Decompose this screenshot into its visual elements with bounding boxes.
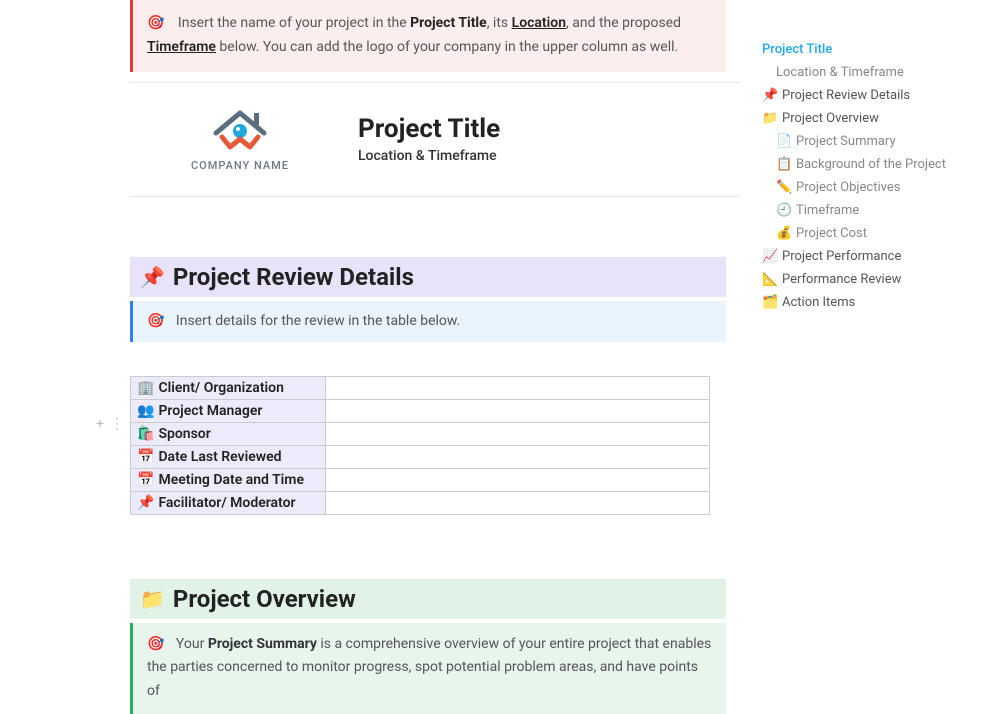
outline-item[interactable]: 📐 Performance Review xyxy=(760,268,980,291)
table-value-cell[interactable] xyxy=(326,376,710,399)
section-heading-overview[interactable]: 📁 Project Overview xyxy=(130,579,726,619)
review-hint-text: Insert details for the review in the tab… xyxy=(176,313,460,329)
review-details-table[interactable]: 🏢Client/ Organization👥Project Manager🛍️S… xyxy=(130,376,710,515)
outline-item[interactable]: Project Title xyxy=(760,38,980,61)
outline-item[interactable]: Location & Timeframe xyxy=(760,61,980,84)
outline-item-icon: 💰 xyxy=(776,226,792,241)
outline-item-icon: 📋 xyxy=(776,157,792,172)
outline-item-icon: 📈 xyxy=(762,249,778,264)
company-logo-icon xyxy=(208,107,272,155)
outline-item-label: Performance Review xyxy=(782,272,901,287)
outline-item-label: Action Items xyxy=(782,295,855,310)
section-heading-review-label: Project Review Details xyxy=(173,263,414,291)
outline-item-icon: 📁 xyxy=(762,111,778,126)
outline-item-label: Project Summary xyxy=(796,134,896,149)
outline-item-icon: 📐 xyxy=(762,272,778,287)
overview-hint-box: 🎯 Your Project Summary is a comprehensiv… xyxy=(130,623,726,714)
outline-item[interactable]: 📈 Project Performance xyxy=(760,245,980,268)
outline-item[interactable]: 🗂️ Action Items xyxy=(760,291,980,314)
outline-item[interactable]: 📄 Project Summary xyxy=(760,130,980,153)
row-icon: 📌 xyxy=(137,495,154,511)
table-value-cell[interactable] xyxy=(326,468,710,491)
outline-item-icon: 🗂️ xyxy=(762,295,778,310)
row-icon: 📅 xyxy=(137,449,154,465)
table-row[interactable]: 📅Meeting Date and Time xyxy=(131,468,710,491)
outline-item[interactable]: ✏️ Project Objectives xyxy=(760,176,980,199)
row-label: Meeting Date and Time xyxy=(158,472,304,488)
row-icon: 📅 xyxy=(137,472,154,488)
section-heading-review[interactable]: 📌 Project Review Details xyxy=(130,257,726,297)
outline-item-icon: 📌 xyxy=(762,88,778,103)
header-row: COMPANY NAME Project Title Location & Ti… xyxy=(170,107,726,172)
row-icon: 🛍️ xyxy=(137,426,154,442)
outline-item-label: Project Objectives xyxy=(796,180,900,195)
overview-hint-text: Your Project Summary is a comprehensive … xyxy=(147,636,711,700)
divider xyxy=(130,82,740,83)
table-row[interactable]: 📌Facilitator/ Moderator xyxy=(131,491,710,514)
outline-item[interactable]: 💰 Project Cost xyxy=(760,222,980,245)
row-label: Sponsor xyxy=(158,426,210,442)
outline-item-icon: 📄 xyxy=(776,134,792,149)
outline-item-label: Project Overview xyxy=(782,111,879,126)
pin-icon: 📌 xyxy=(140,265,165,289)
document-outline[interactable]: Project Title Location & Timeframe 📌 Projec… xyxy=(760,38,980,314)
outline-item[interactable]: 🕘 Timeframe xyxy=(760,199,980,222)
project-subtitle[interactable]: Location & Timeframe xyxy=(358,148,500,164)
outline-item-icon: ✏️ xyxy=(776,180,792,195)
outline-item-label: Project Title xyxy=(762,42,832,57)
outline-item-label: Project Performance xyxy=(782,249,901,264)
target-icon: 🎯 xyxy=(147,313,164,329)
outline-item[interactable]: 📋 Background of the Project xyxy=(760,153,980,176)
folder-icon: 📁 xyxy=(140,587,165,611)
table-label-cell[interactable]: 🏢Client/ Organization xyxy=(131,376,326,399)
row-label: Project Manager xyxy=(158,403,262,419)
table-row[interactable]: 🛍️Sponsor xyxy=(131,422,710,445)
outline-item-label: Location & Timeframe xyxy=(776,65,904,80)
row-label: Date Last Reviewed xyxy=(158,449,281,465)
table-value-cell[interactable] xyxy=(326,491,710,514)
intro-hint-text: Insert the name of your project in the P… xyxy=(147,15,681,55)
project-title[interactable]: Project Title xyxy=(358,114,500,144)
row-label: Client/ Organization xyxy=(158,380,283,396)
outline-item-label: Project Cost xyxy=(796,226,867,241)
table-value-cell[interactable] xyxy=(326,445,710,468)
outline-item-label: Background of the Project xyxy=(796,157,946,172)
outline-item-label: Project Review Details xyxy=(782,88,910,103)
table-label-cell[interactable]: 👥Project Manager xyxy=(131,399,326,422)
outline-item-label: Timeframe xyxy=(796,203,859,218)
table-row[interactable]: 👥Project Manager xyxy=(131,399,710,422)
table-row[interactable]: 📅Date Last Reviewed xyxy=(131,445,710,468)
company-logo-block: COMPANY NAME xyxy=(170,107,310,172)
table-label-cell[interactable]: 🛍️Sponsor xyxy=(131,422,326,445)
outline-item-icon: 🕘 xyxy=(776,203,792,218)
row-icon: 👥 xyxy=(137,403,154,419)
table-row[interactable]: 🏢Client/ Organization xyxy=(131,376,710,399)
table-label-cell[interactable]: 📌Facilitator/ Moderator xyxy=(131,491,326,514)
outline-item[interactable]: 📁 Project Overview xyxy=(760,107,980,130)
company-name-label: COMPANY NAME xyxy=(170,159,310,172)
table-label-cell[interactable]: 📅Date Last Reviewed xyxy=(131,445,326,468)
intro-hint-box: 🎯 Insert the name of your project in the… xyxy=(130,0,726,72)
section-heading-overview-label: Project Overview xyxy=(173,585,356,613)
review-hint-box: 🎯 Insert details for the review in the t… xyxy=(130,301,726,342)
target-icon: 🎯 xyxy=(147,15,164,31)
table-value-cell[interactable] xyxy=(326,422,710,445)
outline-item[interactable]: 📌 Project Review Details xyxy=(760,84,980,107)
add-block-icon[interactable]: + xyxy=(96,416,104,432)
divider xyxy=(130,196,740,197)
target-icon: 🎯 xyxy=(147,636,164,652)
row-icon: 🏢 xyxy=(137,380,154,396)
row-label: Facilitator/ Moderator xyxy=(158,495,295,511)
table-label-cell[interactable]: 📅Meeting Date and Time xyxy=(131,468,326,491)
table-value-cell[interactable] xyxy=(326,399,710,422)
